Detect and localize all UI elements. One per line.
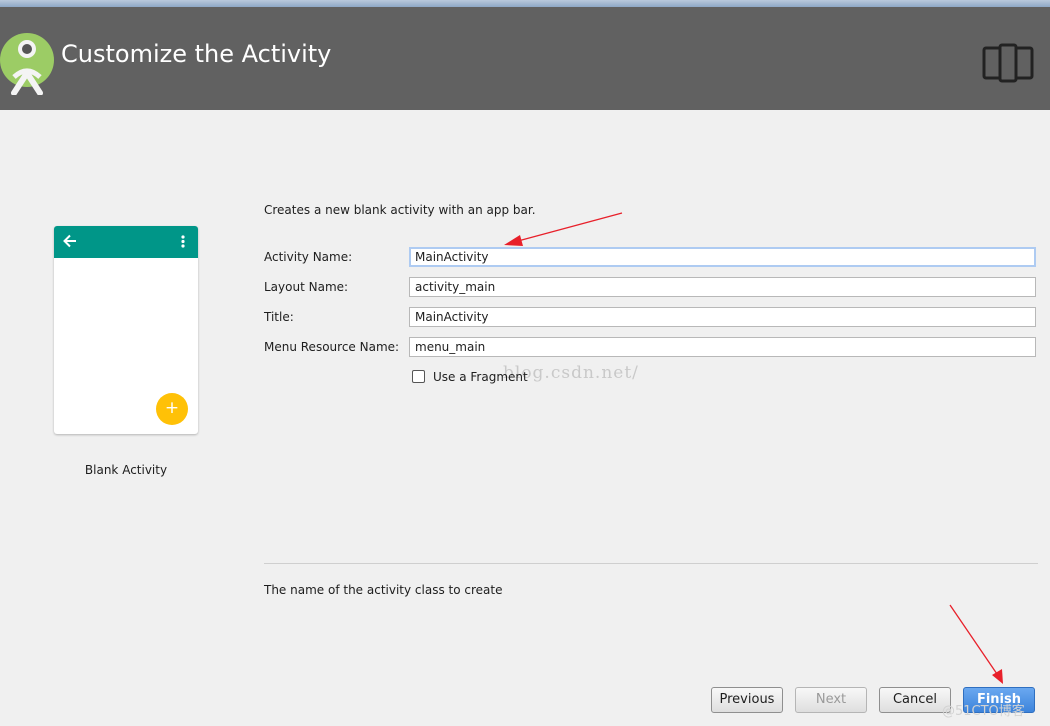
page-title: Customize the Activity bbox=[61, 40, 332, 68]
template-description: Creates a new blank activity with an app… bbox=[264, 203, 536, 217]
field-help-text: The name of the activity class to create bbox=[264, 583, 503, 597]
annotation-arrow-finish bbox=[949, 604, 1003, 684]
plus-icon: + bbox=[156, 393, 188, 425]
arrow-back-icon bbox=[63, 234, 76, 248]
menu-resource-name-field[interactable] bbox=[409, 337, 1036, 357]
divider bbox=[264, 563, 1038, 564]
title-field[interactable] bbox=[409, 307, 1036, 327]
use-fragment-checkbox[interactable] bbox=[412, 370, 425, 383]
corner-watermark: @51CTO博客 bbox=[942, 704, 1025, 719]
layout-name-field[interactable] bbox=[409, 277, 1036, 297]
use-fragment-label[interactable]: Use a Fragment bbox=[433, 370, 528, 384]
template-name: Blank Activity bbox=[84, 463, 168, 477]
activity-template-preview[interactable]: + bbox=[54, 226, 198, 434]
cancel-button[interactable]: Cancel bbox=[879, 687, 951, 713]
preview-app-bar bbox=[54, 226, 198, 258]
title-label: Title: bbox=[264, 310, 294, 324]
menu-resource-name-label: Menu Resource Name: bbox=[264, 340, 400, 354]
phone-tablet-icon bbox=[982, 43, 1034, 83]
annotation-arrow-activity-name bbox=[504, 212, 623, 246]
layout-name-label: Layout Name: bbox=[264, 280, 349, 294]
activity-name-field[interactable] bbox=[409, 247, 1036, 267]
wizard-header: Customize the Activity bbox=[0, 7, 1050, 110]
more-vert-icon bbox=[181, 235, 185, 248]
window-top-strip bbox=[0, 0, 1050, 7]
previous-button[interactable]: Previous bbox=[711, 687, 783, 713]
android-studio-logo bbox=[0, 33, 54, 95]
activity-name-label: Activity Name: bbox=[264, 250, 353, 264]
next-button[interactable]: Next bbox=[795, 687, 867, 713]
